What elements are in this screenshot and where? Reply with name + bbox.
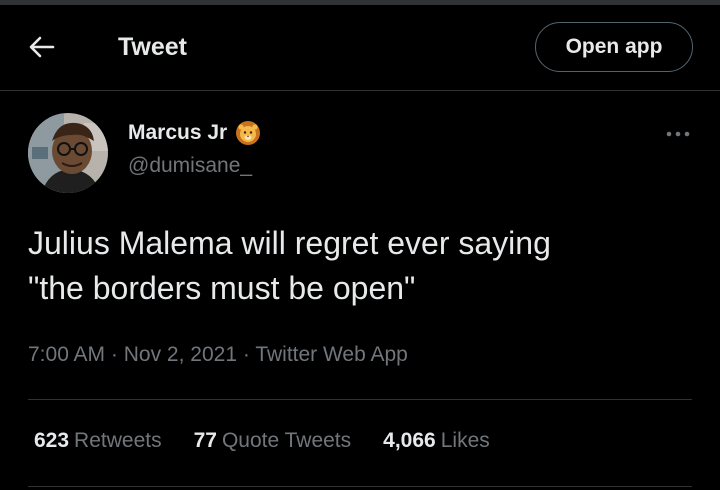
quote-tweets-label: Quote Tweets [221, 429, 352, 452]
likes-label: Likes [440, 429, 490, 452]
retweets-stat[interactable]: 623 Retweets [34, 426, 162, 456]
open-app-button[interactable]: Open app [535, 22, 693, 72]
header-bar: Tweet Open app [0, 5, 720, 90]
meta-separator: · [242, 343, 250, 366]
likes-stat[interactable]: 4,066 Likes [383, 426, 490, 456]
meta-separator: · [110, 343, 118, 366]
tweet-stats: 623 Retweets 77 Quote Tweets 4,066 Likes [34, 426, 522, 456]
quote-tweets-stat[interactable]: 77 Quote Tweets [194, 426, 352, 456]
retweets-label: Retweets [74, 429, 162, 452]
back-button[interactable] [22, 27, 62, 67]
retweets-count: 623 [34, 429, 70, 452]
author-name[interactable]: Marcus Jr [128, 120, 261, 146]
tweet-time[interactable]: 7:00 AM [28, 343, 105, 366]
stats-divider [28, 486, 692, 487]
author-name-text: Marcus Jr [128, 121, 228, 144]
header-divider [0, 90, 720, 91]
avatar-photo [28, 113, 108, 193]
tweet-meta: 7:00 AM · Nov 2, 2021 · Twitter Web App [28, 340, 408, 370]
tweet-date[interactable]: Nov 2, 2021 [124, 343, 237, 366]
more-horizontal-icon [666, 131, 690, 137]
avatar[interactable] [28, 113, 108, 193]
likes-count: 4,066 [383, 429, 436, 452]
page-title: Tweet [118, 33, 187, 61]
quote-tweets-count: 77 [193, 429, 217, 452]
tweet-text: Julius Malema will regret ever saying "t… [28, 225, 551, 306]
meta-divider [28, 399, 692, 400]
more-options-button[interactable] [660, 124, 696, 144]
lion-emoji-icon [235, 120, 261, 146]
author-handle[interactable]: @dumisane_ [128, 153, 252, 179]
arrow-left-icon [29, 36, 55, 58]
tweet-source[interactable]: Twitter Web App [255, 343, 408, 366]
